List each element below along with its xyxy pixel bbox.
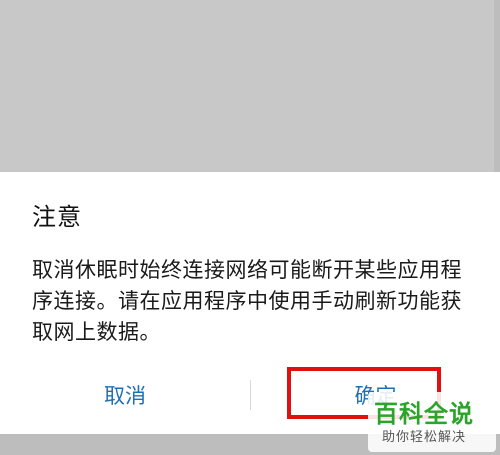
screen: 注意 取消休眠时始终连接网络可能断开某些应用程序连接。请在应用程序中使用手动刷新… xyxy=(0,0,500,455)
watermark-logo: 百科全说 助你轻松解决 xyxy=(368,392,496,452)
watermark-subtitle: 助你轻松解决 xyxy=(382,430,467,445)
dialog-title: 注意 xyxy=(32,203,82,231)
cancel-button[interactable]: 取消 xyxy=(0,368,250,422)
dialog-message: 取消休眠时始终连接网络可能断开某些应用程序连接。请在应用程序中使用手动刷新功能获… xyxy=(32,258,462,344)
watermark-title: 百科全说 xyxy=(374,400,474,428)
background-scrim xyxy=(0,0,500,172)
